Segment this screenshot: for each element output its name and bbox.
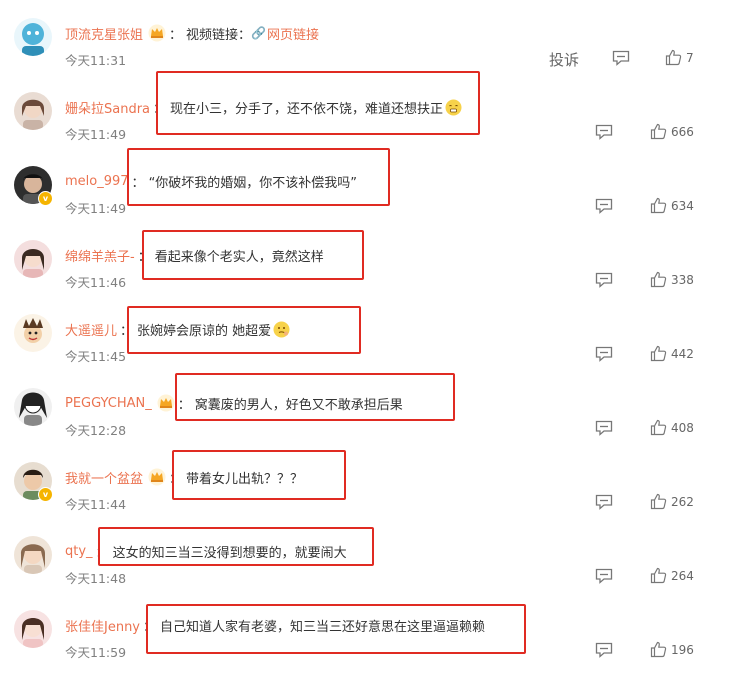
thumbs-up-icon[interactable]: [650, 345, 667, 362]
colon: ：: [95, 545, 109, 561]
comment-icon[interactable]: [595, 124, 613, 140]
comment-text: 窝囊废的男人，好色又不敢承担后果: [194, 397, 403, 413]
comment-text: 张婉婷会原谅的 她超爱: [137, 323, 272, 339]
like-count: 408: [671, 421, 694, 435]
comment-actions: 634: [489, 197, 729, 218]
avatar[interactable]: [14, 388, 52, 426]
like-count: 338: [671, 273, 694, 287]
username-link[interactable]: melo_997: [65, 174, 129, 189]
colon: ：: [169, 27, 183, 43]
comment-icon[interactable]: [595, 420, 613, 436]
verified-badge-icon: v: [38, 487, 53, 502]
comment-actions: 262: [489, 493, 729, 514]
username-link[interactable]: 张佳佳Jenny: [65, 616, 140, 635]
comment-actions: 666: [489, 123, 729, 144]
username-link[interactable]: PEGGYCHAN_: [65, 396, 152, 411]
username-link[interactable]: 大遥遥儿: [65, 320, 117, 339]
avatar[interactable]: [14, 92, 52, 130]
thumbs-up-icon[interactable]: [650, 123, 667, 140]
comment-item: 大遥遥儿 ： 张婉婷会原谅的 她超爱 今天11:45 442: [0, 308, 729, 382]
comment-item: v 我就一个盆盆 ： 带着女儿出轨？？？ 今天11:44 262: [0, 456, 729, 530]
comment-icon[interactable]: [612, 50, 630, 66]
comment-actions: 264: [489, 567, 729, 588]
comment-actions: 196: [489, 641, 729, 662]
link-icon[interactable]: 🔗: [251, 26, 266, 40]
thumbs-up-icon[interactable]: [650, 567, 667, 584]
comment-time: 今天11:49: [65, 127, 127, 142]
comment-text: 自己知道人家有老婆，知三当三还好意思在这里逼逼赖赖: [160, 619, 486, 635]
colon: ：: [120, 323, 134, 339]
comment-text: 视频链接：: [186, 27, 252, 43]
comment-text: 这女的知三当三没得到想要的，就要闹大: [112, 545, 347, 561]
like-count: 196: [671, 643, 694, 657]
thumbs-up-icon[interactable]: [650, 271, 667, 288]
comment-icon[interactable]: [595, 346, 613, 362]
comment-icon[interactable]: [595, 272, 613, 288]
username-link[interactable]: qty_: [65, 544, 93, 559]
username-link[interactable]: 我就一个盆盆: [65, 468, 143, 487]
thumbs-up-icon[interactable]: [665, 49, 682, 66]
crown-badge-icon: [148, 468, 166, 486]
comment-text: “你破坏我的婚姻，你不该补偿我吗”: [148, 175, 358, 191]
colon: ：: [143, 619, 157, 635]
comment-item: PEGGYCHAN_ ： 窝囊废的男人，好色又不敢承担后果 今天12:28 40…: [0, 382, 729, 456]
like-count: 264: [671, 569, 694, 583]
verified-badge-icon: v: [38, 191, 53, 206]
comment-time: 今天11:46: [65, 275, 127, 290]
avatar[interactable]: [14, 18, 52, 56]
comment-actions: 408: [489, 419, 729, 440]
username-link[interactable]: 姗朵拉Sandra: [65, 98, 150, 117]
colon: ：: [153, 101, 167, 117]
comment-time: 今天11:49: [65, 201, 127, 216]
comment-actions: 442: [489, 345, 729, 366]
comment-item: 姗朵拉Sandra ： 现在小三，分手了，还不依不饶，难道还想扶正 今天11:4…: [0, 86, 729, 160]
comment-time: 今天11:59: [65, 645, 127, 660]
comment-item: qty_ ： 这女的知三当三没得到想要的，就要闹大 今天11:48 264: [0, 530, 729, 604]
like-count: 666: [671, 125, 694, 139]
crown-badge-icon: [157, 394, 175, 412]
thumbs-up-icon[interactable]: [650, 493, 667, 510]
like-count: 634: [671, 199, 694, 213]
comment-icon[interactable]: [595, 494, 613, 510]
colon: ：: [169, 471, 183, 487]
username-link[interactable]: 绵绵羊羔子-: [65, 246, 135, 265]
comment-text: 看起来像个老实人，竟然这样: [154, 249, 324, 265]
thumbs-up-icon[interactable]: [650, 419, 667, 436]
like-count: 262: [671, 495, 694, 509]
like-count: 7: [686, 51, 694, 65]
colon: ：: [137, 249, 151, 265]
comment-item: v melo_997 ： “你破坏我的婚姻，你不该补偿我吗” 今天11:49 6…: [0, 160, 729, 234]
avatar[interactable]: [14, 314, 52, 352]
comment-text: 带着女儿出轨？？？: [186, 471, 304, 487]
web-link[interactable]: 网页链接: [267, 24, 319, 43]
emoji-icon: [445, 99, 462, 116]
comment-time: 今天11:44: [65, 497, 127, 512]
comment-text: 现在小三，分手了，还不依不饶，难道还想扶正: [170, 101, 444, 117]
thumbs-up-icon[interactable]: [650, 197, 667, 214]
comment-icon[interactable]: [595, 198, 613, 214]
comment-actions: 338: [489, 271, 729, 292]
comment-actions: 投诉 7: [489, 49, 729, 70]
avatar[interactable]: [14, 536, 52, 574]
thumbs-up-icon[interactable]: [650, 641, 667, 658]
comment-time: 今天11:31: [65, 53, 127, 68]
like-count: 442: [671, 347, 694, 361]
colon: ：: [131, 175, 145, 191]
colon: ：: [177, 397, 191, 413]
username-link[interactable]: 顶流克星张姐: [65, 24, 143, 43]
comment-item: 张佳佳Jenny ： 自己知道人家有老婆，知三当三还好意思在这里逼逼赖赖 今天1…: [0, 604, 729, 678]
comment-icon[interactable]: [595, 568, 613, 584]
comment-time: 今天11:45: [65, 349, 127, 364]
comment-item: 绵绵羊羔子- ： 看起来像个老实人，竟然这样 今天11:46 338: [0, 234, 729, 308]
report-button[interactable]: 投诉: [549, 49, 579, 70]
avatar[interactable]: [14, 240, 52, 278]
crown-badge-icon: [148, 24, 166, 42]
comment-icon[interactable]: [595, 642, 613, 658]
comment-time: 今天12:28: [65, 423, 127, 438]
comment-item: 顶流克星张姐 ： 视频链接： 🔗 网页链接 今天11:31 投诉 7: [0, 12, 729, 86]
avatar[interactable]: [14, 610, 52, 648]
emoji-icon: [273, 321, 290, 338]
comment-time: 今天11:48: [65, 571, 127, 586]
